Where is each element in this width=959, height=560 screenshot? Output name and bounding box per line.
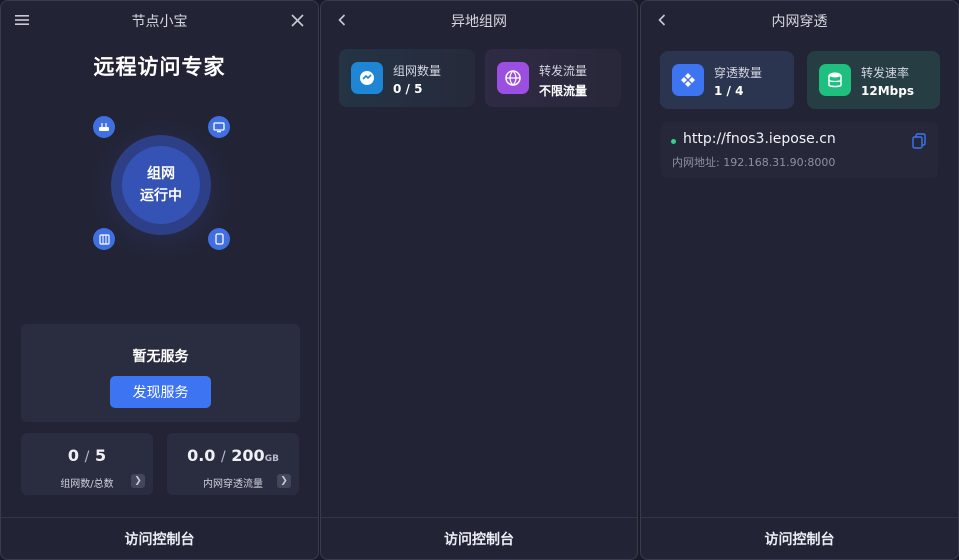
window-title: 异地组网 — [451, 14, 507, 30]
traffic-total: 200 — [231, 446, 265, 465]
network-status-graphic: 组网 运行中 — [81, 113, 241, 265]
service-panel: 暂无服务 发现服务 — [21, 324, 300, 422]
panel-remote-network: 异地组网 组网数量 0 / 5 转发流量 不限流量 访问控制台 — [320, 0, 638, 560]
card-label: 穿透数量 — [714, 66, 763, 80]
forward-rate-card[interactable]: 转发速率 12Mbps — [807, 51, 940, 109]
window-title: 节点小宝 — [131, 14, 188, 30]
traffic-unit: GB — [264, 454, 279, 464]
card-value: 1 / 4 — [714, 84, 744, 98]
card-label: 转发流量 — [539, 64, 588, 78]
menu-icon[interactable] — [13, 11, 31, 29]
card-value: 12Mbps — [861, 84, 914, 98]
network-icon — [351, 62, 383, 94]
desktop-icon — [208, 116, 230, 138]
network-count-value: 0 / 5 — [67, 446, 107, 465]
hero-title: 远程访问专家 — [93, 55, 226, 79]
tunnel-url-link[interactable]: http://fnos3.iepose.cn — [683, 131, 836, 147]
card-label: 转发速率 — [861, 66, 910, 80]
tunnel-local-address: 内网地址: 192.168.31.90:8000 — [672, 156, 836, 169]
console-button[interactable]: 访问控制台 — [321, 517, 637, 559]
tunnel-list-item[interactable]: http://fnos3.iepose.cn 内网地址: 192.168.31.… — [661, 122, 938, 178]
nas-icon — [93, 228, 115, 250]
database-icon — [819, 64, 851, 96]
network-count-card[interactable]: 组网数量 0 / 5 — [339, 49, 475, 107]
chevron-right-icon[interactable]: ❯ — [131, 474, 145, 488]
empty-service-text: 暂无服务 — [132, 349, 189, 365]
network-count-current: 0 — [67, 446, 80, 465]
card-label: 组网数量 — [393, 64, 442, 78]
traffic-used: 0.0 — [187, 446, 216, 465]
network-count-stat[interactable]: 0 / 5 组网数/总数 ❯ — [21, 433, 153, 495]
status-line-2: 运行中 — [140, 188, 182, 204]
router-icon — [93, 116, 115, 138]
card-value: 0 / 5 — [393, 82, 423, 96]
traffic-stat[interactable]: 0.0 / 200GB 内网穿透流量 ❯ — [167, 433, 299, 495]
back-icon[interactable] — [333, 11, 351, 29]
online-status-dot — [671, 139, 676, 144]
titlebar: 内网穿透 — [641, 1, 958, 41]
close-icon[interactable] — [288, 11, 306, 29]
tunnel-count-card[interactable]: 穿透数量 1 / 4 — [660, 51, 794, 109]
back-icon[interactable] — [653, 11, 671, 29]
titlebar: 异地组网 — [321, 1, 637, 41]
window-title: 内网穿透 — [771, 14, 828, 30]
network-count-total: 5 — [94, 446, 107, 465]
discover-service-button[interactable]: 发现服务 — [110, 376, 211, 408]
panel-intranet-penetration: 内网穿透 穿透数量 1 / 4 转发速率 12Mbps http://fnos3… — [640, 0, 959, 560]
chevron-right-icon[interactable]: ❯ — [277, 474, 291, 488]
phone-icon — [208, 228, 230, 250]
console-button[interactable]: 访问控制台 — [641, 517, 958, 559]
globe-icon — [497, 62, 529, 94]
console-button[interactable]: 访问控制台 — [1, 517, 318, 559]
status-line-1: 组网 — [147, 166, 175, 182]
tunnel-icon — [672, 64, 704, 96]
titlebar: 节点小宝 — [1, 1, 318, 41]
traffic-value: 0.0 / 200GB — [187, 446, 279, 465]
forward-traffic-card[interactable]: 转发流量 不限流量 — [485, 49, 621, 107]
status-indicator[interactable]: 组网 运行中 — [122, 146, 200, 224]
panel-node-assistant: 节点小宝 远程访问专家 组网 运行中 暂无服务 发现服务 0 / 5 组网数/总… — [0, 0, 319, 560]
copy-icon[interactable] — [912, 133, 928, 149]
card-value: 不限流量 — [539, 84, 588, 98]
